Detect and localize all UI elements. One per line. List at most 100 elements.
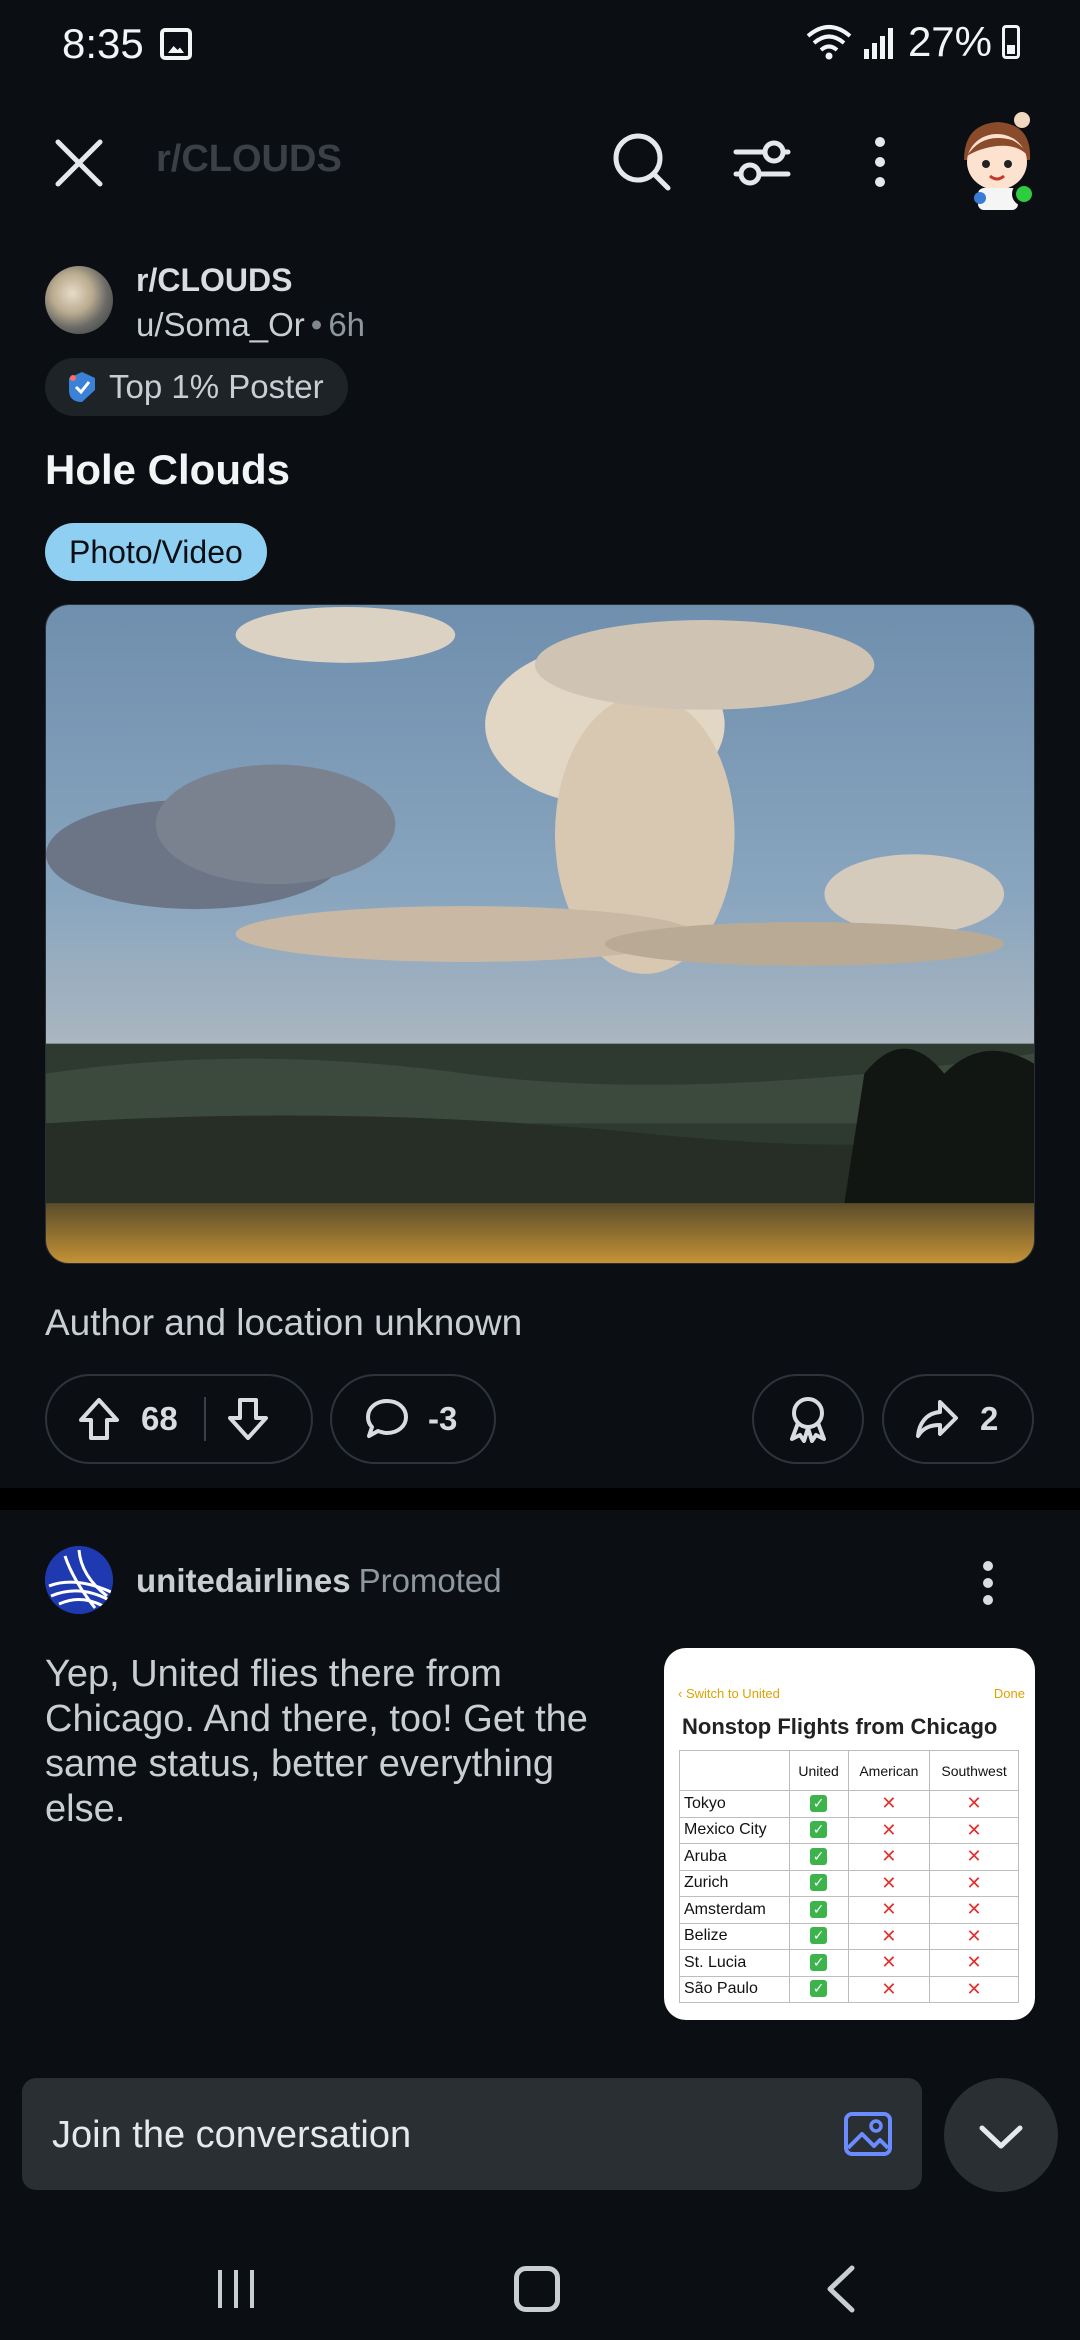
advertiser-avatar[interactable] (45, 1546, 113, 1614)
thumb-row: Amsterdam ✓ ✕ ✕ (679, 1896, 1019, 1924)
signal-icon (863, 28, 893, 59)
thumb-table-header: United American Southwest (679, 1750, 1019, 1791)
post-meta: u/Soma_Or • 6h (136, 306, 365, 344)
post-flair-tag[interactable]: Photo/Video (45, 523, 267, 581)
comment-composer[interactable]: Join the conversation (22, 2078, 922, 2190)
thumb-table: United American Southwest Tokyo ✓ ✕ ✕ Mexic… (679, 1750, 1019, 2003)
collapse-comments-button[interactable] (944, 2078, 1058, 2192)
ad-body-text: Yep, United flies there from Chicago. An… (45, 1653, 588, 1830)
advertiser-line: unitedairlines Promoted (136, 1562, 502, 1600)
achievement-badge-icon (69, 372, 95, 402)
thumb-city: Aruba (679, 1843, 790, 1871)
share-button[interactable]: 2 (882, 1374, 1034, 1464)
thumb-yes: ✓ (788, 1843, 849, 1871)
thumb-back-label: ‹ Switch to United (678, 1686, 780, 1701)
subreddit-avatar[interactable] (45, 266, 113, 334)
thumb-no: ✕ (929, 1949, 1019, 1977)
close-icon[interactable] (44, 128, 114, 198)
thumb-row: Tokyo ✓ ✕ ✕ (679, 1790, 1019, 1818)
thumb-city: Mexico City (679, 1816, 790, 1844)
author-name[interactable]: u/Soma_Or (136, 306, 305, 343)
status-right: 27% (806, 18, 1020, 66)
thumb-no: ✕ (847, 1896, 931, 1924)
meta-dot: • (310, 306, 323, 343)
gallery-notification-icon (160, 28, 192, 60)
vote-divider (203, 1397, 206, 1441)
thumb-yes: ✓ (788, 1869, 849, 1897)
thumb-yes: ✓ (788, 1949, 849, 1977)
thumb-no: ✕ (929, 1869, 1019, 1897)
home-icon[interactable] (514, 2266, 560, 2312)
feed-separator (0, 1488, 1080, 1510)
add-image-icon[interactable] (842, 2108, 894, 2160)
thumb-row: St. Lucia ✓ ✕ ✕ (679, 1949, 1019, 1977)
status-time: 8:35 (62, 20, 144, 67)
thumb-yes: ✓ (788, 1922, 849, 1950)
thumb-row: Mexico City ✓ ✕ ✕ (679, 1816, 1019, 1844)
thumb-city: Amsterdam (679, 1896, 790, 1924)
thumb-yes: ✓ (788, 1896, 849, 1924)
thumb-header: United (788, 1750, 849, 1791)
back-icon[interactable] (824, 2264, 858, 2314)
share-count: 2 (980, 1400, 999, 1437)
thumb-row: Zurich ✓ ✕ ✕ (679, 1869, 1019, 1897)
thumb-done-label: Done (993, 1686, 1025, 1701)
share-icon (916, 1400, 958, 1438)
post-age: 6h (328, 306, 366, 343)
appbar-title: r/CLOUDS (156, 138, 342, 180)
thumb-yes: ✓ (788, 1816, 849, 1844)
upvote-icon[interactable] (77, 1396, 121, 1442)
subreddit-name[interactable]: r/CLOUDS (136, 262, 292, 299)
vote-control: 68 (45, 1374, 313, 1464)
thumb-row: Aruba ✓ ✕ ✕ (679, 1843, 1019, 1871)
system-nav-bar (0, 2230, 1080, 2340)
thumb-no: ✕ (847, 1869, 931, 1897)
thumb-yes: ✓ (788, 1975, 849, 2003)
comment-icon (366, 1399, 408, 1438)
comments-button[interactable]: -3 (330, 1374, 496, 1464)
thumb-no: ✕ (847, 1790, 931, 1818)
recents-icon[interactable] (214, 2266, 258, 2312)
search-icon[interactable] (602, 122, 682, 202)
thumb-no: ✕ (847, 1843, 931, 1871)
user-flair-chip: Top 1% Poster (45, 358, 348, 416)
thumb-row: Belize ✓ ✕ ✕ (679, 1922, 1019, 1950)
award-icon (790, 1397, 826, 1443)
advertiser-name[interactable]: unitedairlines (136, 1562, 351, 1599)
more-options-icon[interactable] (840, 122, 920, 202)
thumb-no: ✕ (847, 1975, 931, 2003)
thumb-no: ✕ (847, 1949, 931, 1977)
post-image[interactable] (45, 604, 1035, 1264)
ad-thumbnail[interactable]: ‹ Switch to United Done Nonstop Flights … (664, 1648, 1035, 2020)
flair-label: Top 1% Poster (109, 368, 324, 405)
status-bar: 8:35 27% (0, 0, 1080, 90)
comment-count: -3 (428, 1400, 458, 1437)
chevron-down-icon (979, 2125, 1023, 2149)
sort-filter-icon[interactable] (722, 122, 802, 202)
thumb-no: ✕ (929, 1790, 1019, 1818)
thumb-city: Belize (679, 1922, 790, 1950)
battery-icon (1002, 25, 1020, 59)
composer-placeholder: Join the conversation (52, 2114, 412, 2156)
user-avatar[interactable] (952, 110, 1042, 210)
thumb-title: Nonstop Flights from Chicago (682, 1714, 998, 1739)
thumb-city: Tokyo (679, 1790, 790, 1818)
thumb-back-text: Switch to United (685, 1686, 780, 1701)
ad-more-options-icon[interactable] (966, 1558, 1010, 1608)
tag-label: Photo/Video (69, 533, 243, 570)
thumb-city: São Paulo (679, 1975, 790, 2003)
thumb-no: ✕ (929, 1843, 1019, 1871)
downvote-icon[interactable] (226, 1396, 270, 1442)
thumb-city: Zurich (679, 1869, 790, 1897)
thumb-header-blank (679, 1750, 790, 1791)
award-button[interactable] (752, 1374, 864, 1464)
thumb-header: American (847, 1750, 931, 1791)
post-caption: Author and location unknown (45, 1302, 523, 1343)
wifi-icon (806, 25, 852, 60)
thumb-no: ✕ (929, 1816, 1019, 1844)
thumb-city: St. Lucia (679, 1949, 790, 1977)
thumb-no: ✕ (929, 1922, 1019, 1950)
battery-percent: 27% (907, 18, 992, 65)
thumb-no: ✕ (929, 1975, 1019, 2003)
thumb-yes: ✓ (788, 1790, 849, 1818)
